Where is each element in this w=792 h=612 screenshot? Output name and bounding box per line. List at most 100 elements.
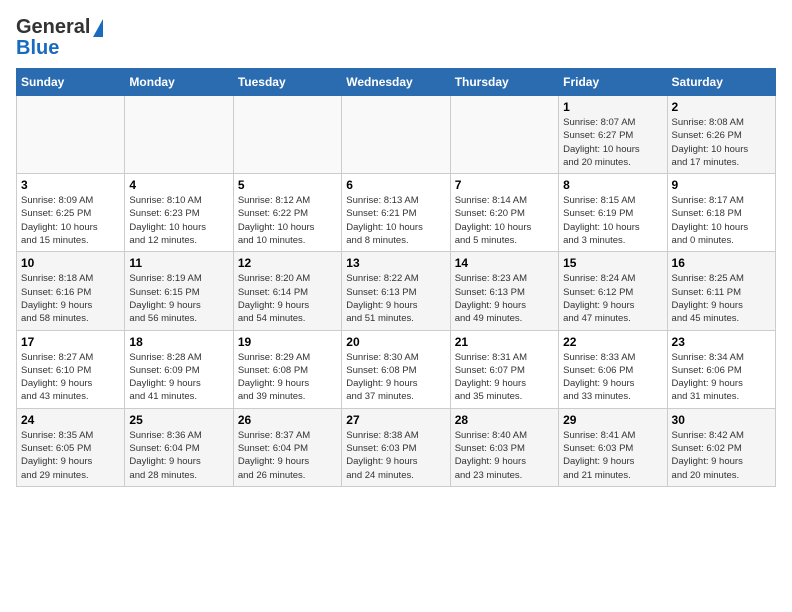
day-info: Sunrise: 8:25 AM Sunset: 6:11 PM Dayligh… — [672, 272, 771, 325]
calendar-day-cell — [342, 96, 450, 174]
day-number: 9 — [672, 178, 771, 192]
day-info: Sunrise: 8:15 AM Sunset: 6:19 PM Dayligh… — [563, 194, 662, 247]
logo-triangle-icon — [93, 19, 103, 37]
calendar-day-cell: 23Sunrise: 8:34 AM Sunset: 6:06 PM Dayli… — [667, 330, 775, 408]
day-number: 15 — [563, 256, 662, 270]
day-info: Sunrise: 8:27 AM Sunset: 6:10 PM Dayligh… — [21, 351, 120, 404]
day-info: Sunrise: 8:10 AM Sunset: 6:23 PM Dayligh… — [129, 194, 228, 247]
day-number: 10 — [21, 256, 120, 270]
day-of-week-header: Sunday — [17, 69, 125, 96]
calendar-week-row: 1Sunrise: 8:07 AM Sunset: 6:27 PM Daylig… — [17, 96, 776, 174]
day-number: 13 — [346, 256, 445, 270]
calendar-day-cell: 10 Sunrise: 8:18 AM Sunset: 6:16 PM Dayli… — [17, 252, 125, 330]
calendar-day-cell: 15 Sunrise: 8:24 AM Sunset: 6:12 PM Dayli… — [559, 252, 667, 330]
day-info: Sunrise: 8:36 AM Sunset: 6:04 PM Dayligh… — [129, 429, 228, 482]
day-info: Sunrise: 8:31 AM Sunset: 6:07 PM Dayligh… — [455, 351, 554, 404]
day-info: Sunrise: 8:40 AM Sunset: 6:03 PM Dayligh… — [455, 429, 554, 482]
day-of-week-header: Thursday — [450, 69, 558, 96]
logo-general: General — [16, 16, 90, 39]
calendar-day-cell: 26 Sunrise: 8:37 AM Sunset: 6:04 PM Dayli… — [233, 408, 341, 486]
day-info: Sunrise: 8:29 AM Sunset: 6:08 PM Dayligh… — [238, 351, 337, 404]
day-number: 19 — [238, 335, 337, 349]
day-number: 18 — [129, 335, 228, 349]
calendar-day-cell: 5 Sunrise: 8:12 AM Sunset: 6:22 PM Daylig… — [233, 174, 341, 252]
day-info: Sunrise: 8:18 AM Sunset: 6:16 PM Dayligh… — [21, 272, 120, 325]
calendar-day-cell: 1Sunrise: 8:07 AM Sunset: 6:27 PM Daylig… — [559, 96, 667, 174]
day-info: Sunrise: 8:42 AM Sunset: 6:02 PM Dayligh… — [672, 429, 771, 482]
day-info: Sunrise: 8:30 AM Sunset: 6:08 PM Dayligh… — [346, 351, 445, 404]
calendar-day-cell — [233, 96, 341, 174]
calendar-week-row: 3 Sunrise: 8:09 AM Sunset: 6:25 PM Daylig… — [17, 174, 776, 252]
day-info: Sunrise: 8:09 AM Sunset: 6:25 PM Dayligh… — [21, 194, 120, 247]
calendar-header: SundayMondayTuesdayWednesdayThursdayFrid… — [17, 69, 776, 96]
calendar-day-cell: 16 Sunrise: 8:25 AM Sunset: 6:11 PM Dayli… — [667, 252, 775, 330]
day-number: 12 — [238, 256, 337, 270]
calendar-day-cell: 7Sunrise: 8:14 AM Sunset: 6:20 PM Daylig… — [450, 174, 558, 252]
calendar-day-cell — [125, 96, 233, 174]
calendar-day-cell: 29 Sunrise: 8:41 AM Sunset: 6:03 PM Dayli… — [559, 408, 667, 486]
calendar-day-cell: 17 Sunrise: 8:27 AM Sunset: 6:10 PM Dayli… — [17, 330, 125, 408]
day-number: 23 — [672, 335, 771, 349]
day-info: Sunrise: 8:28 AM Sunset: 6:09 PM Dayligh… — [129, 351, 228, 404]
day-number: 20 — [346, 335, 445, 349]
page-header: General Blue — [16, 16, 776, 60]
day-info: Sunrise: 8:41 AM Sunset: 6:03 PM Dayligh… — [563, 429, 662, 482]
day-number: 5 — [238, 178, 337, 192]
day-info: Sunrise: 8:19 AM Sunset: 6:15 PM Dayligh… — [129, 272, 228, 325]
day-of-week-header: Tuesday — [233, 69, 341, 96]
day-number: 14 — [455, 256, 554, 270]
calendar-day-cell: 22Sunrise: 8:33 AM Sunset: 6:06 PM Dayli… — [559, 330, 667, 408]
day-number: 2 — [672, 100, 771, 114]
day-number: 27 — [346, 413, 445, 427]
calendar-table: SundayMondayTuesdayWednesdayThursdayFrid… — [16, 68, 776, 487]
day-number: 28 — [455, 413, 554, 427]
day-info: Sunrise: 8:38 AM Sunset: 6:03 PM Dayligh… — [346, 429, 445, 482]
day-number: 30 — [672, 413, 771, 427]
day-number: 26 — [238, 413, 337, 427]
day-number: 16 — [672, 256, 771, 270]
day-info: Sunrise: 8:20 AM Sunset: 6:14 PM Dayligh… — [238, 272, 337, 325]
day-number: 3 — [21, 178, 120, 192]
day-number: 11 — [129, 256, 228, 270]
day-number: 7 — [455, 178, 554, 192]
calendar-day-cell: 14 Sunrise: 8:23 AM Sunset: 6:13 PM Dayli… — [450, 252, 558, 330]
days-of-week-row: SundayMondayTuesdayWednesdayThursdayFrid… — [17, 69, 776, 96]
day-info: Sunrise: 8:37 AM Sunset: 6:04 PM Dayligh… — [238, 429, 337, 482]
day-info: Sunrise: 8:24 AM Sunset: 6:12 PM Dayligh… — [563, 272, 662, 325]
calendar-week-row: 17 Sunrise: 8:27 AM Sunset: 6:10 PM Dayli… — [17, 330, 776, 408]
day-info: Sunrise: 8:23 AM Sunset: 6:13 PM Dayligh… — [455, 272, 554, 325]
day-number: 6 — [346, 178, 445, 192]
day-number: 8 — [563, 178, 662, 192]
day-number: 25 — [129, 413, 228, 427]
calendar-day-cell: 25 Sunrise: 8:36 AM Sunset: 6:04 PM Dayli… — [125, 408, 233, 486]
calendar-day-cell: 3 Sunrise: 8:09 AM Sunset: 6:25 PM Daylig… — [17, 174, 125, 252]
calendar-day-cell: 18 Sunrise: 8:28 AM Sunset: 6:09 PM Dayli… — [125, 330, 233, 408]
calendar-day-cell: 19 Sunrise: 8:29 AM Sunset: 6:08 PM Dayli… — [233, 330, 341, 408]
day-info: Sunrise: 8:35 AM Sunset: 6:05 PM Dayligh… — [21, 429, 120, 482]
day-number: 24 — [21, 413, 120, 427]
day-of-week-header: Saturday — [667, 69, 775, 96]
calendar-day-cell: 28 Sunrise: 8:40 AM Sunset: 6:03 PM Dayli… — [450, 408, 558, 486]
day-of-week-header: Wednesday — [342, 69, 450, 96]
day-number: 21 — [455, 335, 554, 349]
calendar-day-cell: 2 Sunrise: 8:08 AM Sunset: 6:26 PM Daylig… — [667, 96, 775, 174]
calendar-day-cell: 11 Sunrise: 8:19 AM Sunset: 6:15 PM Dayli… — [125, 252, 233, 330]
calendar-day-cell — [450, 96, 558, 174]
day-info: Sunrise: 8:22 AM Sunset: 6:13 PM Dayligh… — [346, 272, 445, 325]
day-number: 17 — [21, 335, 120, 349]
logo: General Blue — [16, 16, 103, 60]
calendar-day-cell: 20 Sunrise: 8:30 AM Sunset: 6:08 PM Dayli… — [342, 330, 450, 408]
day-info: Sunrise: 8:12 AM Sunset: 6:22 PM Dayligh… — [238, 194, 337, 247]
day-number: 4 — [129, 178, 228, 192]
day-number: 1 — [563, 100, 662, 114]
calendar-week-row: 24 Sunrise: 8:35 AM Sunset: 6:05 PM Dayli… — [17, 408, 776, 486]
calendar-day-cell: 9Sunrise: 8:17 AM Sunset: 6:18 PM Daylig… — [667, 174, 775, 252]
day-info: Sunrise: 8:08 AM Sunset: 6:26 PM Dayligh… — [672, 116, 771, 169]
calendar-day-cell: 6 Sunrise: 8:13 AM Sunset: 6:21 PM Daylig… — [342, 174, 450, 252]
calendar-day-cell: 8 Sunrise: 8:15 AM Sunset: 6:19 PM Daylig… — [559, 174, 667, 252]
calendar-day-cell: 12 Sunrise: 8:20 AM Sunset: 6:14 PM Dayli… — [233, 252, 341, 330]
day-of-week-header: Monday — [125, 69, 233, 96]
day-info: Sunrise: 8:13 AM Sunset: 6:21 PM Dayligh… — [346, 194, 445, 247]
calendar-day-cell: 30 Sunrise: 8:42 AM Sunset: 6:02 PM Dayli… — [667, 408, 775, 486]
day-number: 29 — [563, 413, 662, 427]
